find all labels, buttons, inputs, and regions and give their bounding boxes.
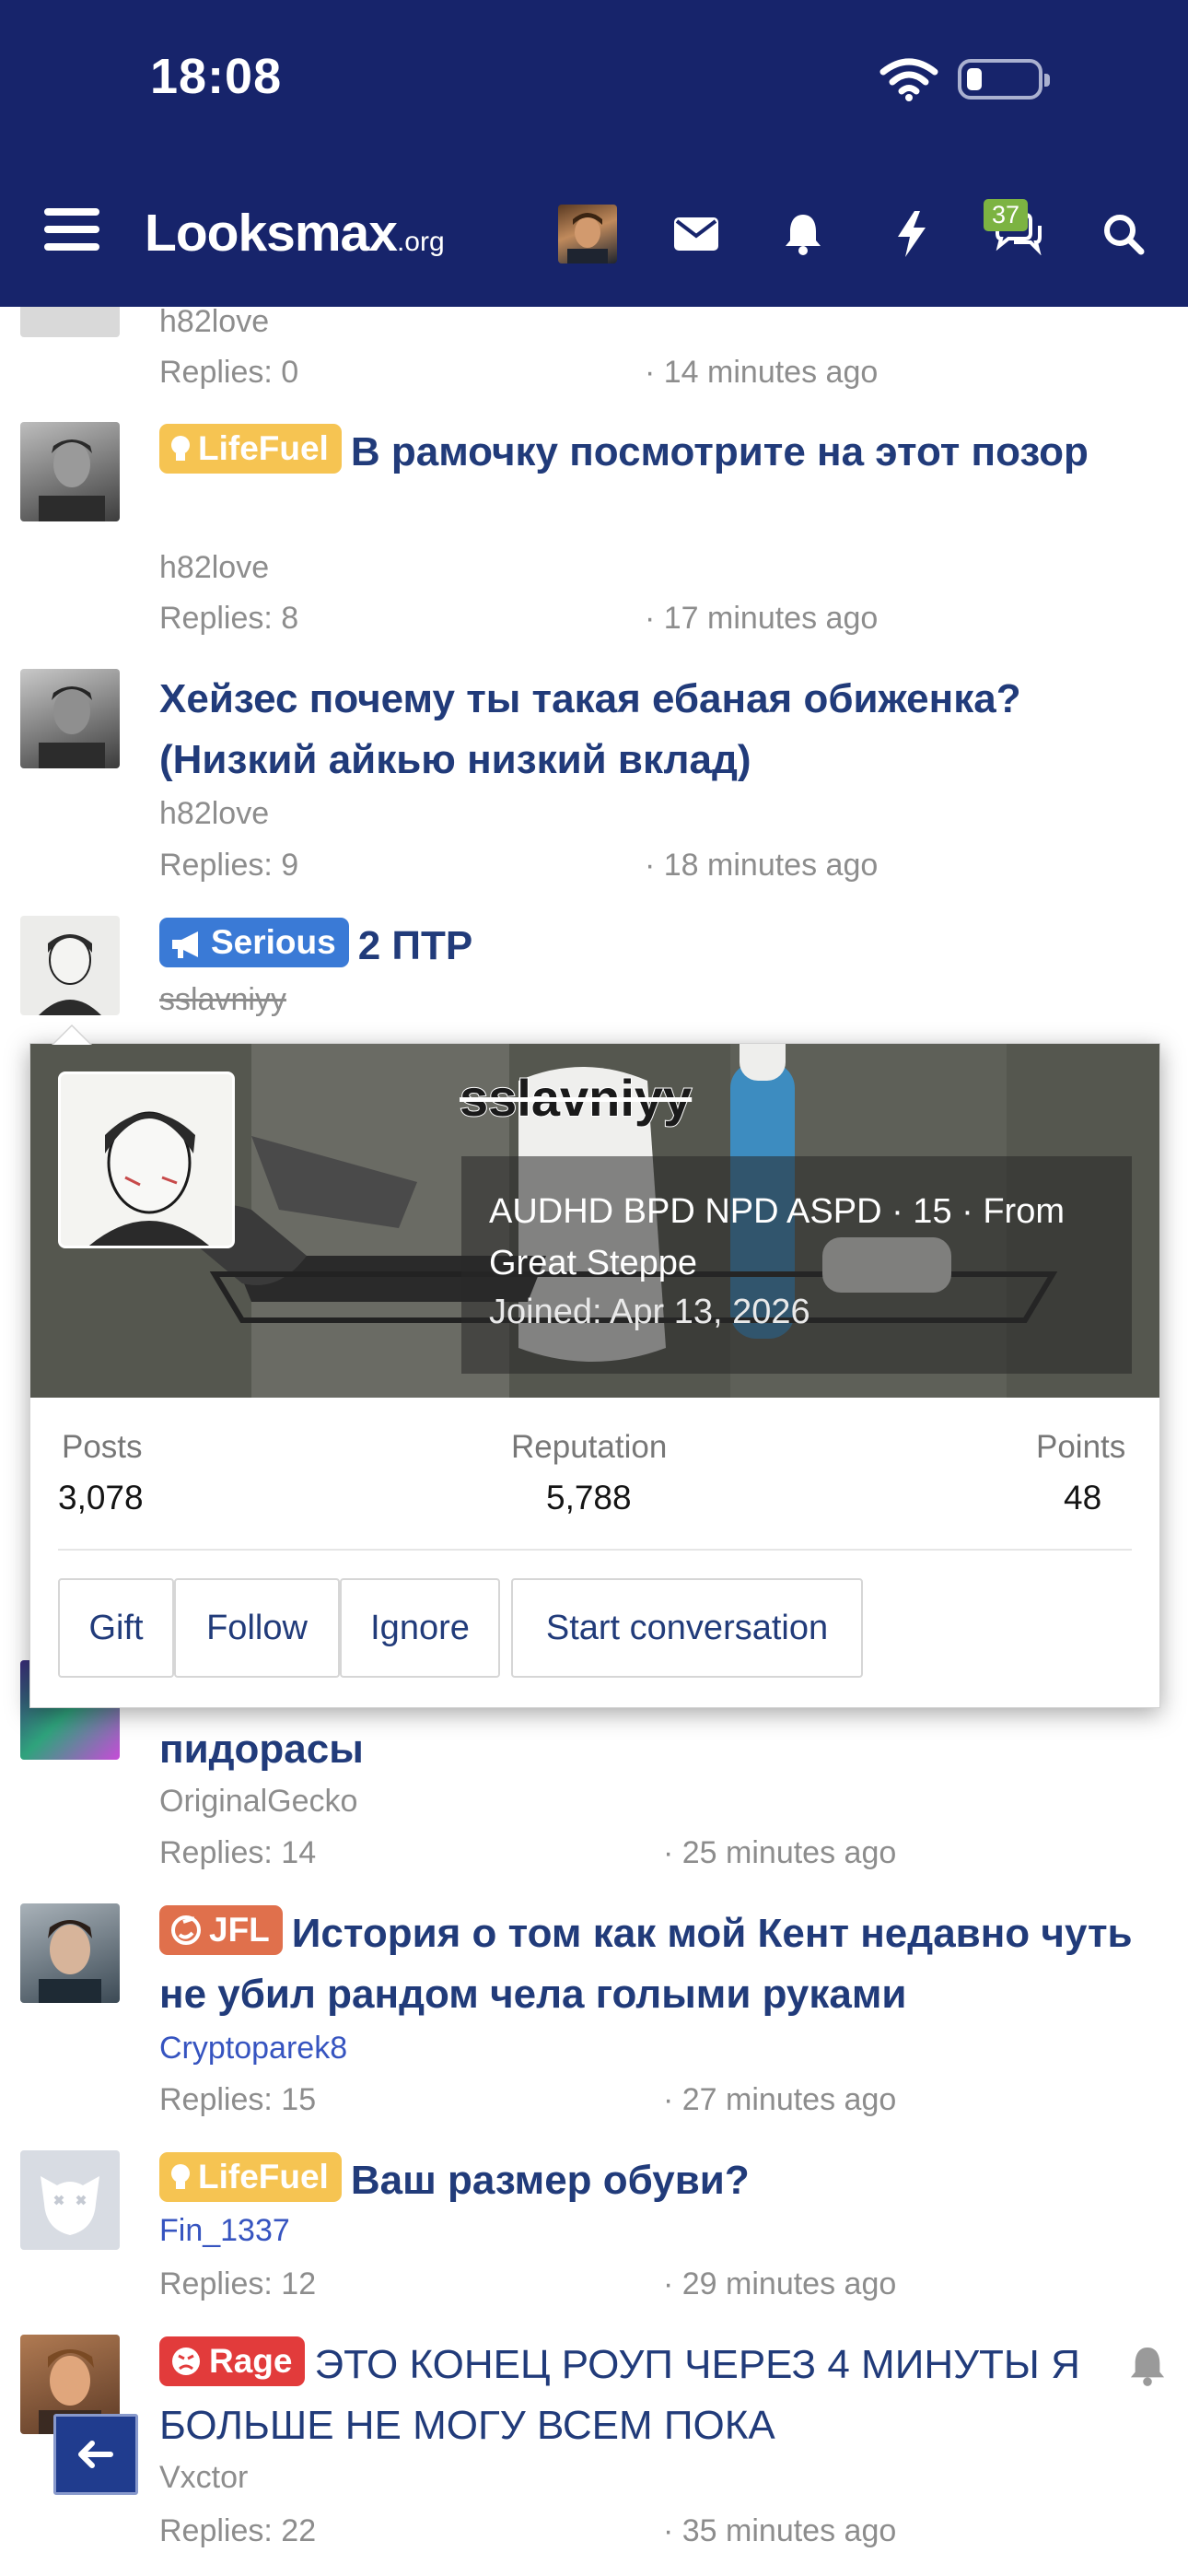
thread-title-text: История о том как мой Кент недавно чуть … [159,1911,1133,2017]
popup-info-box: AUDHD BPD NPD ASPD · 15 · From Great Ste… [461,1156,1132,1374]
thread-time: · 25 minutes ago [663,1835,897,1870]
popup-divider [58,1549,1132,1551]
stat-posts-value[interactable]: 3,078 [58,1479,144,1517]
prefix-label: JFL [209,1911,270,1949]
thread-avatar[interactable] [20,1903,120,2003]
wifi-icon [879,58,938,101]
popup-blurb: AUDHD BPD NPD ASPD · 15 · From Great Ste… [489,1192,1065,1282]
thread-replies: Replies: 8 [159,601,299,636]
thread-title[interactable]: пидорасы [159,1719,1136,1780]
prefix-label: Rage [209,2342,293,2380]
popup-joined: Joined: Apr 13, 2026 [489,1293,810,1332]
thread-title[interactable]: LifeFuel В рамочку посмотрите на этот поз… [159,422,1136,483]
thread-avatar[interactable] [20,669,120,768]
thread-title[interactable]: Serious 2 ПТР [159,916,1136,977]
thread-avatar[interactable] [20,916,120,1015]
battery-icon [958,59,1050,100]
popup-username[interactable]: sslavniyy [459,1068,693,1128]
mail-icon[interactable] [667,205,726,263]
thread-author[interactable]: Vxctor [159,2460,248,2496]
hamburger-icon[interactable] [44,208,99,258]
stat-points-label: Points [1036,1429,1126,1465]
thread-title-text: Ваш размер обуви? [350,2158,750,2203]
jfl-icon [171,1915,201,1945]
prefix-lifefuel[interactable]: LifeFuel [159,2152,342,2202]
logo-suffix: .org [396,227,445,257]
thread-time: · 14 minutes ago [645,355,879,390]
bell-icon[interactable] [774,205,833,263]
back-button[interactable] [53,2414,138,2495]
thread-author[interactable]: Fin_1337 [159,2213,290,2249]
thread-avatar[interactable] [20,2150,120,2250]
site-logo[interactable]: Looksmax.org [145,203,445,263]
logo-text: Looksmax [145,204,398,263]
popup-avatar[interactable] [58,1071,235,1248]
prefix-rage[interactable]: Rage [159,2336,306,2386]
thread-title[interactable]: Хейзес почему ты такая ебаная обиженка? … [159,669,1136,790]
thread-title[interactable]: Rage ЭТО КОНЕЦ РОУП ЧЕРЕЗ 4 МИНУТЫ Я БОЛЬ… [159,2335,1136,2456]
stat-points-value[interactable]: 48 [1064,1479,1101,1517]
thread-title-text: 2 ПТР [357,923,473,968]
thread-author[interactable]: h82love [159,796,269,832]
back-arrow-icon [78,2441,113,2468]
thread-replies: Replies: 15 [159,2082,317,2117]
prefix-label: LifeFuel [198,429,329,467]
member-tooltip: sslavniyy AUDHD BPD NPD ASPD · 15 · From… [29,1043,1160,1708]
thread-author[interactable]: Cryptoparek8 [159,2031,347,2067]
bulb-icon [171,436,190,461]
thread-replies: Replies: 0 [159,355,299,390]
popup-pointer [52,1025,92,1045]
start-conversation-button[interactable]: Start conversation [511,1578,863,1678]
rage-icon [172,2348,200,2375]
joined-date: Apr 13, 2026 [610,1293,810,1331]
thread-time: · 18 minutes ago [645,848,879,883]
thread-time: · 27 minutes ago [663,2082,897,2117]
ignore-button[interactable]: Ignore [340,1578,500,1678]
thread-time: · 35 minutes ago [663,2513,897,2548]
prefix-serious[interactable]: Serious [159,918,349,967]
conversations-badge: 37 [984,199,1029,231]
thread-author[interactable]: h82love [159,550,269,586]
prefix-lifefuel[interactable]: LifeFuel [159,424,342,474]
thread-author[interactable]: OriginalGecko [159,1784,357,1820]
prefix-jfl[interactable]: JFL [159,1905,283,1955]
thread-replies: Replies: 22 [159,2513,317,2548]
stat-reputation-value: 5,788 [546,1479,632,1516]
joined-label: Joined: [489,1293,602,1331]
gift-button[interactable]: Gift [58,1578,174,1678]
follow-button[interactable]: Follow [174,1578,340,1678]
bolt-icon[interactable] [882,205,941,263]
status-time: 18:08 [150,49,283,104]
top-bar: 18:08 Looksmax.org 37 [0,0,1188,307]
thread-replies: Replies: 14 [159,1835,317,1870]
megaphone-icon [172,931,198,958]
thread-avatar[interactable] [20,422,120,521]
prefix-label: Serious [211,923,336,961]
thread-author[interactable]: h82love [159,304,269,340]
thread-title[interactable]: LifeFuel Ваш размер обуви? [159,2150,1136,2211]
bulb-icon [171,2164,190,2189]
thread-replies: Replies: 9 [159,848,299,883]
prefix-label: LifeFuel [198,2158,329,2195]
thread-replies: Replies: 12 [159,2266,317,2301]
stat-posts-label: Posts [62,1429,143,1465]
profile-banner: sslavniyy AUDHD BPD NPD ASPD · 15 · From… [30,1044,1159,1398]
search-icon[interactable] [1094,205,1153,263]
thread-title-text: В рамочку посмотрите на этот позор [350,429,1089,474]
watch-bell-icon[interactable] [1129,2346,1166,2386]
thread-title[interactable]: JFL История о том как мой Кент недавно чу… [159,1903,1136,2025]
thread-time: · 17 minutes ago [645,601,879,636]
stat-reputation-label: Reputation [511,1429,668,1465]
thread-time: · 29 minutes ago [663,2266,897,2301]
account-avatar[interactable] [558,205,617,263]
thread-author[interactable]: sslavniyy [159,982,286,1018]
